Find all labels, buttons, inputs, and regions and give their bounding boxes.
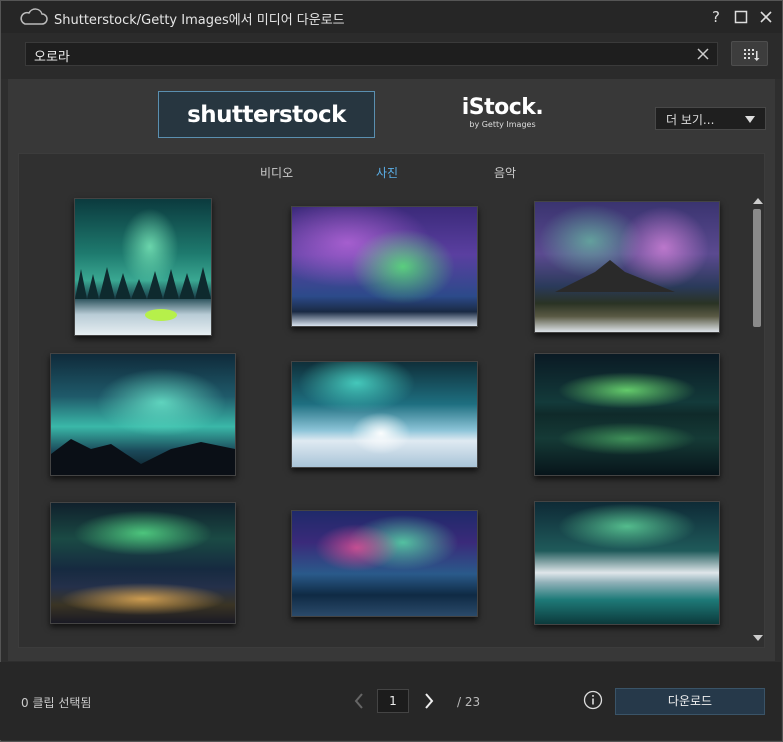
search-input[interactable]: 오로라 <box>25 42 718 66</box>
page-total: / 23 <box>457 695 481 709</box>
maximize-icon <box>734 10 748 24</box>
title-bar: Shutterstock/Getty Images에서 미디어 다운로드 ? <box>1 1 782 33</box>
scroll-down-icon[interactable] <box>752 633 764 643</box>
istock-tagline: by Getty Images <box>469 120 536 129</box>
photo-thumbnail[interactable] <box>50 502 236 624</box>
chevron-right-icon[interactable] <box>421 691 437 711</box>
search-bar: 오로라 <box>1 33 782 79</box>
shutterstock-logo: shutterstock <box>187 101 346 128</box>
page-number-input[interactable]: 1 <box>377 689 409 713</box>
cloud-icon <box>20 8 48 25</box>
shutterstock-provider-button[interactable]: shutterstock <box>158 91 375 138</box>
photo-thumbnail[interactable] <box>534 501 720 625</box>
more-providers-dropdown[interactable]: 더 보기... <box>655 107 766 130</box>
close-button[interactable] <box>755 6 777 28</box>
istock-logo: iStock. <box>461 95 544 120</box>
grid-view-icon <box>744 49 760 61</box>
scrollbar-thumb[interactable] <box>753 209 761 327</box>
istock-provider-button[interactable]: iStock. by Getty Images <box>455 96 550 136</box>
help-icon: ? <box>712 8 720 26</box>
photo-thumbnail[interactable] <box>291 510 478 617</box>
download-button[interactable]: 다운로드 <box>615 688 765 715</box>
photo-thumbnail[interactable] <box>50 353 236 476</box>
scroll-up-icon[interactable] <box>752 196 764 206</box>
maximize-button[interactable] <box>730 6 752 28</box>
more-providers-label: 더 보기... <box>666 113 715 127</box>
tab-music[interactable]: 음악 <box>494 164 516 181</box>
search-query: 오로라 <box>34 50 70 65</box>
chevron-left-icon[interactable] <box>351 691 367 711</box>
tab-video[interactable]: 비디오 <box>260 164 293 181</box>
photo-thumbnail[interactable] <box>291 206 478 327</box>
view-options-button[interactable] <box>731 41 768 66</box>
info-icon[interactable] <box>583 690 603 710</box>
tab-photo[interactable]: 사진 <box>376 164 398 181</box>
clear-search-icon[interactable] <box>696 47 710 61</box>
dropdown-arrow-icon <box>745 116 755 123</box>
selected-count: 0 클립 선택됨 <box>21 696 92 710</box>
photo-thumbnail[interactable] <box>291 361 478 468</box>
photo-thumbnail[interactable] <box>534 201 720 333</box>
photo-thumbnail[interactable] <box>74 198 212 336</box>
window-title: Shutterstock/Getty Images에서 미디어 다운로드 <box>54 13 345 28</box>
close-icon <box>760 11 772 23</box>
photo-thumbnail[interactable] <box>534 353 720 476</box>
help-button[interactable]: ? <box>705 6 727 28</box>
